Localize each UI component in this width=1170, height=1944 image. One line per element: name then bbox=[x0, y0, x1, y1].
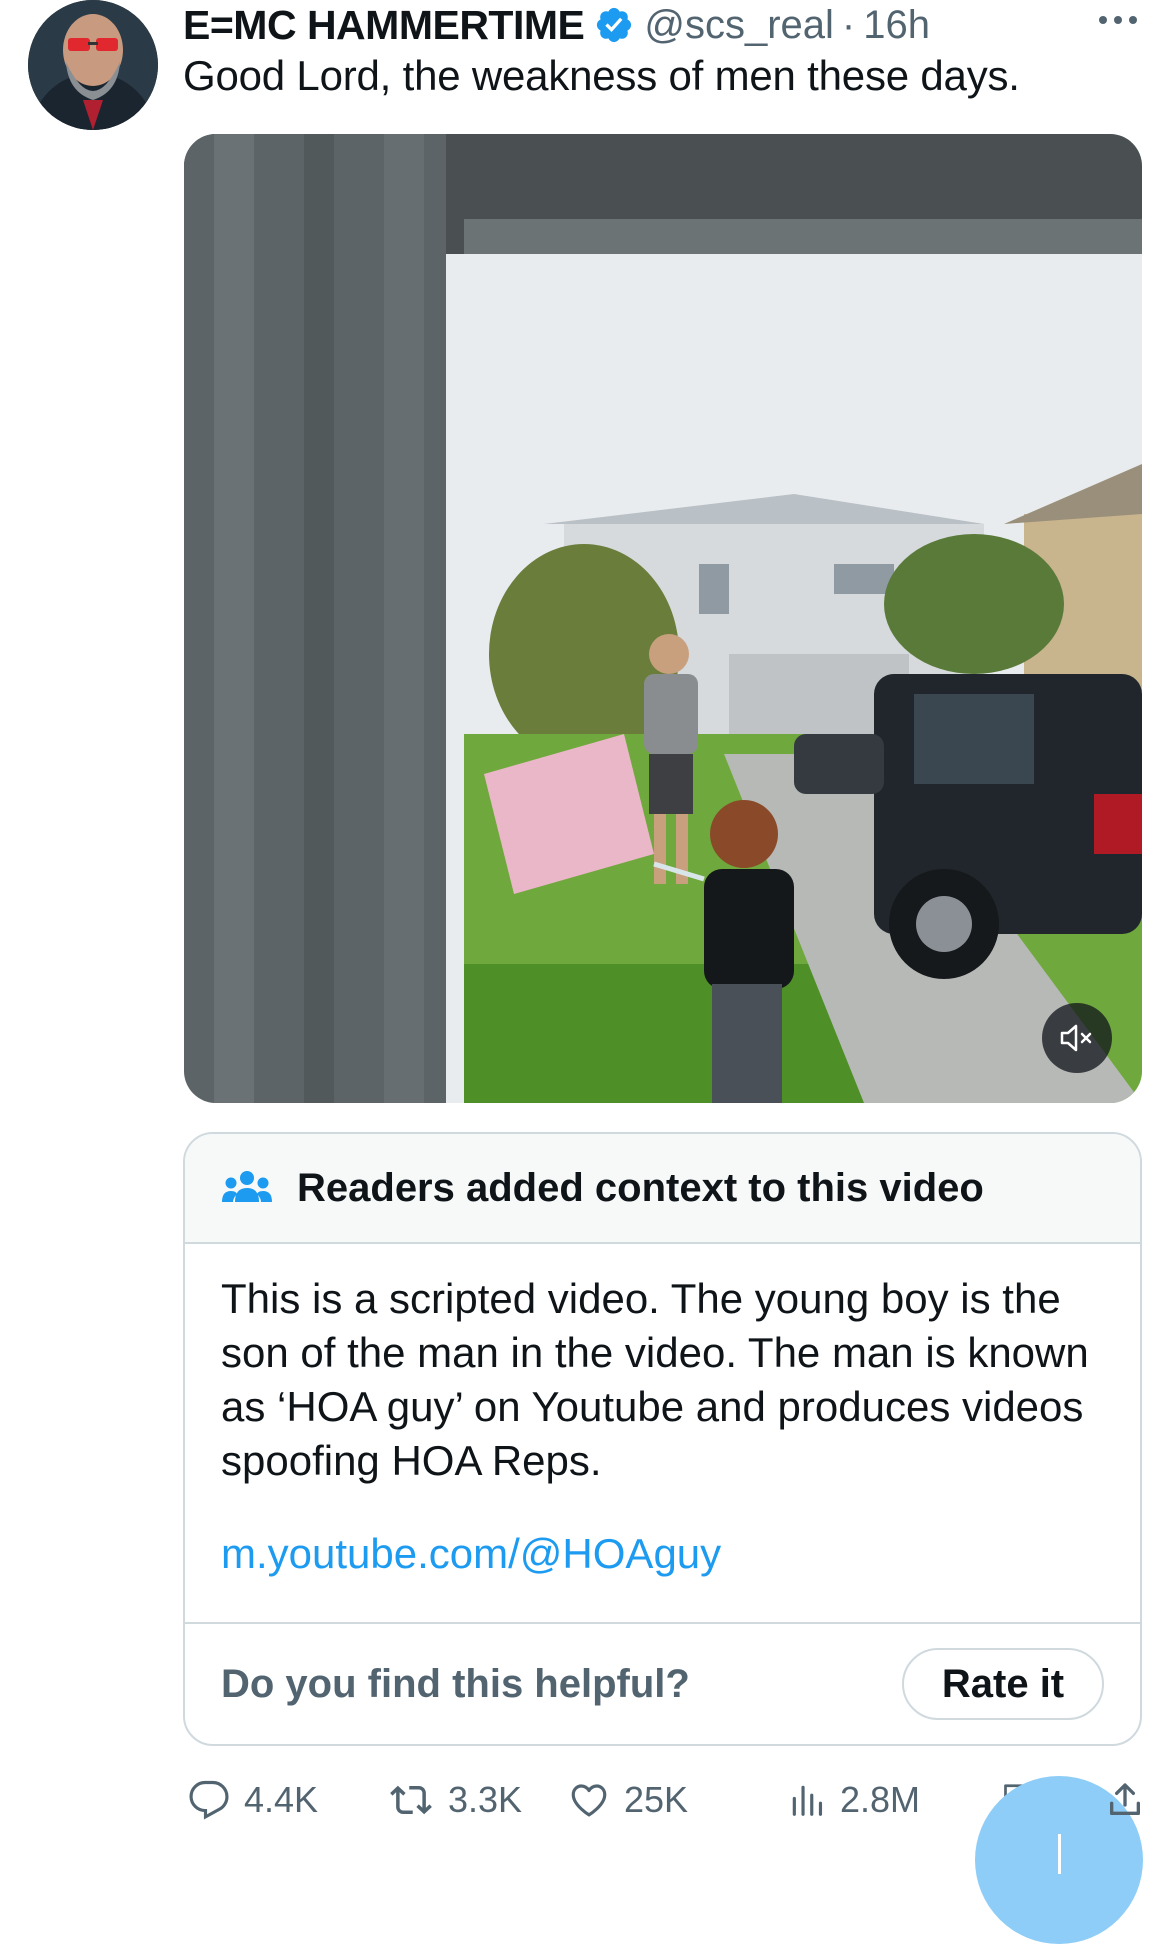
community-note-header[interactable]: Readers added context to this video bbox=[185, 1134, 1140, 1244]
reply-icon bbox=[189, 1780, 229, 1820]
mute-icon bbox=[1060, 1024, 1092, 1052]
community-note-link[interactable]: m.youtube.com/@HOAguy bbox=[221, 1530, 1104, 1578]
share-button[interactable] bbox=[1105, 1770, 1159, 1830]
reply-button[interactable]: 4.4K bbox=[188, 1770, 318, 1830]
video-frame bbox=[184, 134, 1142, 1103]
post-text: Good Lord, the weakness of men these day… bbox=[183, 52, 1020, 99]
heart-icon bbox=[571, 1784, 607, 1817]
like-button[interactable]: 25K bbox=[568, 1770, 688, 1830]
more-button[interactable] bbox=[1098, 0, 1138, 40]
view-count: 2.8M bbox=[840, 1779, 921, 1820]
more-icon bbox=[1099, 16, 1137, 24]
helpful-question: Do you find this helpful? bbox=[221, 1661, 690, 1706]
author-avatar[interactable] bbox=[28, 0, 158, 130]
community-note: Readers added context to this video This… bbox=[183, 1132, 1142, 1746]
avatar-portrait bbox=[28, 0, 158, 130]
video-player[interactable] bbox=[184, 134, 1142, 1103]
views-button[interactable]: 2.8M bbox=[788, 1770, 920, 1830]
people-icon bbox=[222, 1171, 272, 1202]
author-name[interactable]: E=MC HAMMERTIME bbox=[183, 2, 585, 49]
community-note-text: This is a scripted video. The young boy … bbox=[221, 1275, 1089, 1484]
community-note-footer: Do you find this helpful? Rate it bbox=[185, 1622, 1140, 1744]
compose-plus-icon bbox=[1058, 1834, 1061, 1874]
separator-dot: · bbox=[841, 2, 856, 47]
like-count: 25K bbox=[624, 1779, 689, 1820]
repost-icon bbox=[390, 1785, 432, 1815]
mute-toggle-button[interactable] bbox=[1042, 1003, 1112, 1073]
rate-it-button[interactable]: Rate it bbox=[902, 1648, 1104, 1720]
reply-count: 4.4K bbox=[244, 1779, 319, 1820]
post-time[interactable]: 16h bbox=[863, 3, 930, 48]
repost-count: 3.3K bbox=[448, 1779, 523, 1820]
repost-button[interactable]: 3.3K bbox=[388, 1770, 522, 1830]
share-icon bbox=[1110, 1783, 1140, 1815]
verified-badge-icon bbox=[597, 7, 632, 43]
author-handle[interactable]: @scs_real bbox=[644, 3, 834, 48]
post-header: E=MC HAMMERTIME @scs_real · 16h bbox=[183, 0, 1143, 50]
community-note-body: This is a scripted video. The young boy … bbox=[185, 1244, 1140, 1578]
community-note-title: Readers added context to this video bbox=[297, 1165, 984, 1210]
views-icon bbox=[792, 1785, 823, 1816]
